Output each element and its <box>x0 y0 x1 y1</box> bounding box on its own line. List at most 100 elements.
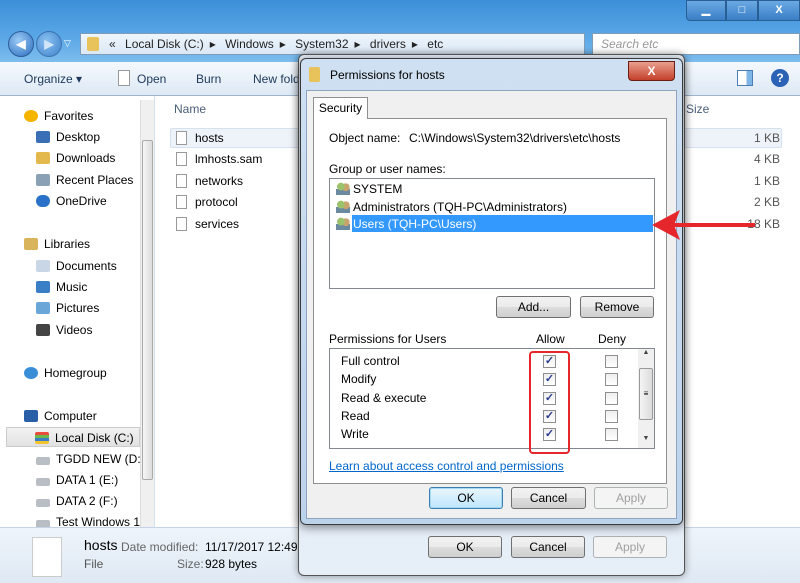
file-icon <box>176 174 187 188</box>
user-item-selected[interactable]: Users (TQH-PC\Users) <box>336 215 476 233</box>
maximize-button[interactable]: □ <box>726 0 758 21</box>
properties-ok-button[interactable]: OK <box>428 536 502 558</box>
burn-button[interactable]: Burn <box>196 72 221 86</box>
forward-button[interactable]: ▶ <box>36 31 62 57</box>
new-folder-button[interactable]: New folder <box>253 72 300 86</box>
annotation-highlight-box <box>529 351 570 454</box>
drive-icon <box>36 499 50 507</box>
desktop-icon <box>36 131 50 143</box>
permission-name: Modify <box>341 372 377 387</box>
file-size: 1 KB <box>753 131 780 145</box>
file-row[interactable]: services <box>170 214 300 234</box>
downloads-icon <box>36 152 50 164</box>
folder-icon <box>87 37 99 51</box>
nav-item[interactable]: Videos <box>36 320 176 340</box>
scroll-up-arrow[interactable]: ▲ <box>638 349 654 361</box>
crumb[interactable]: drivers <box>370 37 406 51</box>
annotation-arrow <box>652 210 755 240</box>
file-icon <box>176 131 187 145</box>
crumb[interactable]: System32 <box>295 37 348 51</box>
nav-item[interactable]: Documents <box>36 256 176 276</box>
file-size: 1 KB <box>753 174 780 188</box>
close-button[interactable]: X <box>758 0 800 21</box>
status-size-label: Size: <box>177 557 204 571</box>
pictures-icon <box>36 302 50 314</box>
add-button[interactable]: Add... <box>496 296 571 318</box>
recent-pages-dropdown[interactable]: ▽ <box>64 38 71 49</box>
nav-item[interactable]: Recent Places <box>36 170 176 190</box>
column-header-size[interactable]: Size <box>686 102 709 116</box>
users-group-icon <box>336 200 350 213</box>
drive-icon <box>36 478 50 486</box>
nav-item[interactable]: DATA 2 (F:) <box>36 491 176 511</box>
column-header-name[interactable]: Name <box>174 102 206 116</box>
videos-icon <box>36 324 50 336</box>
deny-checkbox[interactable] <box>605 409 618 423</box>
onedrive-icon <box>36 195 50 207</box>
remove-button[interactable]: Remove <box>580 296 654 318</box>
homegroup-icon <box>24 367 38 379</box>
dialog-close-button[interactable]: X <box>628 61 675 81</box>
computer-icon <box>24 410 38 422</box>
file-icon <box>176 152 187 166</box>
crumb[interactable]: etc <box>427 37 443 51</box>
file-size: 4 KB <box>753 152 780 166</box>
user-item[interactable]: Administrators (TQH-PC\Administrators) <box>336 198 567 216</box>
open-button[interactable]: Open <box>137 72 166 86</box>
deny-checkbox[interactable] <box>605 355 618 368</box>
organize-button[interactable]: Organize ▾ <box>24 72 82 86</box>
nav-scrollbar[interactable] <box>140 100 154 527</box>
deny-checkbox[interactable] <box>605 428 618 442</box>
deny-checkbox[interactable] <box>605 373 618 387</box>
file-row[interactable]: networks <box>170 171 300 191</box>
crumb[interactable]: Windows <box>225 37 274 51</box>
search-input[interactable]: Search etc <box>592 33 800 55</box>
address-overflow[interactable]: « <box>109 37 116 51</box>
file-row[interactable]: protocol <box>170 192 300 212</box>
user-item[interactable]: SYSTEM <box>336 180 402 198</box>
ok-button[interactable]: OK <box>429 487 503 509</box>
allow-header: Allow <box>536 332 565 346</box>
properties-cancel-button[interactable]: Cancel <box>511 536 585 558</box>
nav-item[interactable]: Desktop <box>36 127 176 147</box>
scroll-thumb[interactable]: ≡ <box>639 368 653 420</box>
status-date-label: Date modified: <box>121 540 199 554</box>
back-button[interactable]: ◀ <box>8 31 34 57</box>
deny-checkbox[interactable] <box>605 391 618 405</box>
object-name-value: C:\Windows\System32\drivers\etc\hosts <box>409 131 621 145</box>
properties-apply-button[interactable]: Apply <box>593 536 667 558</box>
nav-item[interactable]: OneDrive <box>36 191 176 211</box>
users-group-icon <box>336 217 350 230</box>
nav-item[interactable]: Music <box>36 277 176 297</box>
scroll-down-arrow[interactable]: ▼ <box>638 435 654 447</box>
status-size: 928 bytes <box>205 557 258 571</box>
file-row[interactable]: lmhosts.sam <box>170 149 300 169</box>
address-bar[interactable]: « Local Disk (C:) ▸ Windows ▸ System32 ▸ dr… <box>80 33 585 55</box>
scroll-thumb[interactable] <box>142 140 153 480</box>
cancel-button[interactable]: Cancel <box>511 487 586 509</box>
libraries-icon <box>24 238 38 250</box>
drive-icon <box>36 457 50 465</box>
nav-item-selected[interactable]: Local Disk (C:) <box>6 427 140 447</box>
file-icon <box>176 217 187 231</box>
permission-name: Write <box>341 427 369 442</box>
preview-pane-icon[interactable] <box>737 70 753 86</box>
dialog-title: Permissions for hosts <box>330 68 445 82</box>
crumb[interactable]: Local Disk (C:) <box>125 37 204 51</box>
nav-item[interactable]: Pictures <box>36 298 176 318</box>
file-row[interactable]: hosts <box>170 128 300 148</box>
learn-more-link[interactable]: Learn about access control and permissio… <box>329 459 564 473</box>
users-group-icon <box>336 182 350 195</box>
minimize-button[interactable]: ▁ <box>686 0 726 21</box>
recent-places-icon <box>36 174 50 186</box>
help-icon[interactable]: ? <box>771 69 789 87</box>
nav-item[interactable]: TGDD NEW (D: <box>36 449 176 469</box>
tab-security[interactable]: Security <box>313 97 368 119</box>
nav-item[interactable]: Downloads <box>36 148 176 168</box>
music-icon <box>36 281 50 293</box>
file-large-icon <box>32 537 62 577</box>
status-file-name: hosts <box>84 537 118 553</box>
apply-button[interactable]: Apply <box>594 487 668 509</box>
nav-item[interactable]: DATA 1 (E:) <box>36 470 176 490</box>
permissions-scrollbar[interactable]: ▲ ≡ ▼ <box>638 349 654 448</box>
